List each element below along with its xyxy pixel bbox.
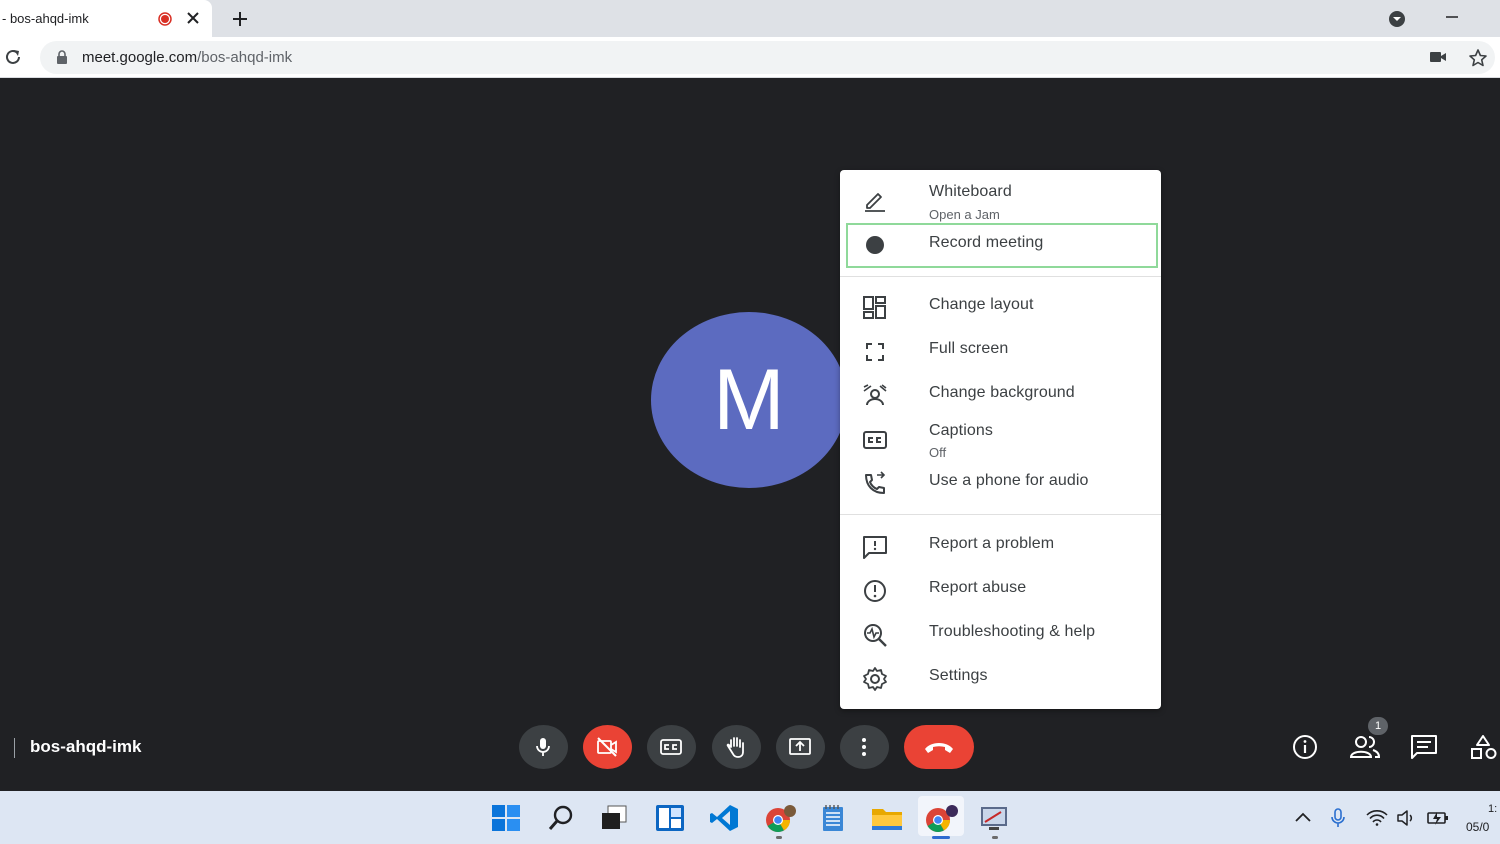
menu-item-label: Full screen — [929, 340, 1009, 357]
recording-dot-icon — [158, 12, 172, 26]
profile-dropdown-icon[interactable] — [1388, 10, 1406, 28]
menu-item-label: Report abuse — [929, 579, 1027, 596]
menu-item-label: Troubleshooting & help — [929, 623, 1096, 640]
menu-item-report-abuse[interactable]: Report abuse — [840, 569, 1161, 609]
present-button[interactable] — [776, 725, 825, 769]
windows-taskbar — [0, 791, 1500, 844]
record-meeting-highlight — [846, 223, 1158, 268]
menu-item-troubleshooting[interactable]: Troubleshooting & help — [840, 613, 1161, 653]
chevron-up-icon[interactable] — [1294, 810, 1312, 824]
menu-item-settings[interactable]: Settings — [840, 657, 1161, 697]
people-icon[interactable] — [1350, 734, 1380, 760]
activities-icon[interactable] — [1470, 734, 1498, 760]
minimize-icon[interactable] — [1444, 9, 1460, 25]
vscode-icon[interactable] — [709, 804, 739, 832]
meeting-name-separator — [14, 738, 15, 758]
battery-icon[interactable] — [1426, 809, 1450, 827]
lock-icon[interactable] — [56, 50, 68, 64]
fullscreen-icon — [862, 339, 888, 365]
alert-icon — [862, 578, 888, 604]
mic-button[interactable] — [519, 725, 568, 769]
leave-call-button[interactable] — [904, 725, 974, 769]
wifi-icon[interactable] — [1366, 810, 1388, 826]
url-text: meet.google.com/bos-ahqd-imk — [82, 49, 292, 66]
more-options-button[interactable] — [840, 725, 889, 769]
tab-strip: - bos-ahqd-imk — [0, 0, 1500, 37]
menu-item-label: Change background — [929, 384, 1075, 401]
chrome-icon[interactable] — [764, 804, 798, 834]
menu-item-captions[interactable]: Captions Off — [840, 418, 1161, 466]
menu-item-change-layout[interactable]: Change layout — [840, 286, 1161, 326]
menu-item-whiteboard[interactable]: Whiteboard Open a Jam — [840, 170, 1161, 224]
info-icon[interactable] — [1292, 734, 1318, 760]
windows-start-icon[interactable] — [491, 804, 521, 832]
layout-icon — [862, 295, 888, 321]
chat-icon[interactable] — [1410, 734, 1438, 760]
file-explorer-icon[interactable] — [871, 804, 903, 832]
camera-button[interactable] — [583, 725, 632, 769]
remote-desktop-icon[interactable] — [979, 804, 1011, 832]
phone-icon — [862, 471, 888, 497]
browser-tab[interactable]: - bos-ahqd-imk — [0, 0, 212, 37]
menu-item-label: Settings — [929, 667, 988, 684]
browser-toolbar: meet.google.com/bos-ahqd-imk — [0, 37, 1500, 78]
menu-divider — [840, 514, 1161, 515]
meeting-code: bos-ahqd-imk — [30, 737, 142, 756]
menu-item-report-problem[interactable]: Report a problem — [840, 525, 1161, 565]
menu-item-phone-audio[interactable]: Use a phone for audio — [840, 466, 1161, 502]
captions-icon — [862, 427, 888, 453]
widgets-icon[interactable] — [655, 804, 685, 832]
feedback-icon — [862, 534, 888, 560]
menu-item-full-screen[interactable]: Full screen — [840, 330, 1161, 370]
menu-item-label: Use a phone for audio — [929, 472, 1089, 489]
plus-icon[interactable] — [231, 10, 249, 28]
menu-item-label: Whiteboard — [929, 183, 1012, 200]
url-path: /bos-ahqd-imk — [197, 49, 293, 66]
tab-title: - bos-ahqd-imk — [2, 11, 89, 26]
menu-divider — [840, 276, 1161, 277]
participant-avatar: M — [651, 312, 847, 488]
clock-time[interactable]: 1: — [1488, 803, 1497, 815]
settings-icon — [862, 666, 888, 692]
captions-button[interactable] — [647, 725, 696, 769]
menu-item-label: Change layout — [929, 296, 1034, 313]
pen-icon — [862, 187, 888, 213]
url-host: meet.google.com — [82, 49, 198, 66]
address-bar[interactable]: meet.google.com/bos-ahqd-imk — [40, 41, 1495, 74]
close-icon[interactable] — [186, 11, 200, 25]
people-count-badge: 1 — [1368, 717, 1388, 735]
troubleshoot-icon — [862, 622, 888, 648]
notepad-icon[interactable] — [819, 804, 847, 832]
running-indicator — [992, 836, 998, 839]
menu-item-label: Captions — [929, 422, 993, 439]
background-icon — [862, 383, 888, 409]
active-indicator — [932, 836, 950, 839]
raise-hand-button[interactable] — [712, 725, 761, 769]
menu-item-sublabel: Off — [929, 445, 947, 460]
running-indicator — [776, 836, 782, 839]
menu-item-sublabel: Open a Jam — [929, 207, 1000, 222]
menu-item-change-background[interactable]: Change background — [840, 374, 1161, 414]
volume-icon[interactable] — [1396, 809, 1416, 827]
reload-icon[interactable] — [4, 48, 22, 66]
camera-in-use-icon[interactable] — [1429, 50, 1447, 64]
mic-icon[interactable] — [1330, 808, 1346, 828]
clock-date[interactable]: 05/0 — [1466, 820, 1489, 834]
menu-item-label: Report a problem — [929, 535, 1055, 552]
chrome-active-icon[interactable] — [924, 804, 960, 834]
star-icon[interactable] — [1468, 48, 1488, 68]
task-view-icon[interactable] — [600, 804, 628, 832]
search-icon[interactable] — [547, 804, 575, 832]
